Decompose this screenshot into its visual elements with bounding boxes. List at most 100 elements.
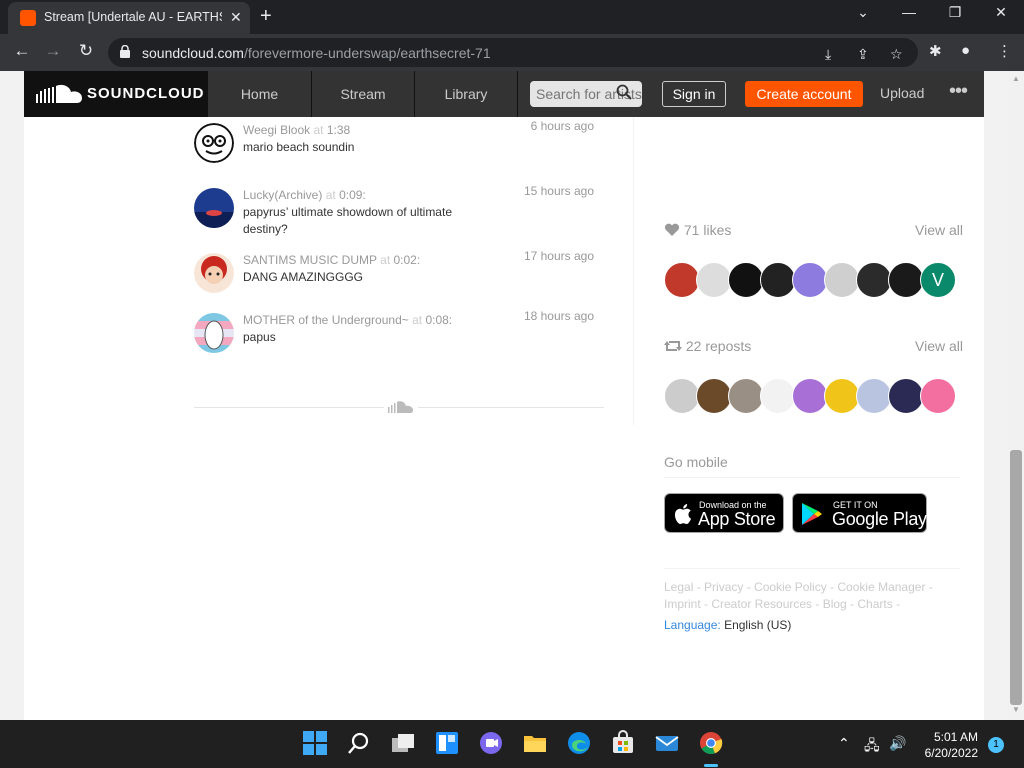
bookmark-star-icon[interactable]: ☆ (890, 46, 903, 63)
comment-avatar[interactable] (194, 188, 234, 228)
reposter-avatar[interactable] (760, 378, 796, 414)
comment-avatar[interactable] (194, 123, 234, 163)
nav-home[interactable]: Home (208, 71, 312, 117)
liker-avatar-initial: V (931, 270, 944, 290)
network-icon[interactable]: 🖧 (864, 735, 880, 759)
browser-menu-icon[interactable]: ⋮ (997, 42, 1012, 60)
microsoft-store-icon[interactable] (610, 730, 636, 756)
language-selector[interactable]: Language: English (US) (664, 618, 791, 632)
likers-avatar-row: V (664, 262, 956, 298)
comment-time: 17 hours ago (523, 249, 594, 263)
search-icon[interactable] (346, 730, 372, 756)
url-domain: soundcloud.com (142, 45, 244, 61)
maximize-button[interactable]: ❐ (943, 4, 967, 21)
reposter-avatar[interactable] (888, 378, 924, 414)
soundcloud-cloud-small-icon (384, 400, 418, 419)
back-arrow-icon[interactable]: ← (10, 41, 34, 61)
reposter-avatar[interactable] (728, 378, 764, 414)
extensions-puzzle-icon[interactable]: ✱ (929, 42, 942, 60)
comment-meta: SANTIMS MUSIC DUMP at 0:02: (243, 253, 420, 267)
app-store-badge[interactable]: Download on the App Store (664, 493, 784, 533)
comment-username[interactable]: Lucky(Archive) (243, 188, 322, 202)
reposter-avatar[interactable] (856, 378, 892, 414)
liker-avatar[interactable]: V (920, 262, 956, 298)
install-app-icon[interactable]: ⤓ (825, 46, 831, 63)
comment-timestamp[interactable]: 0:08: (425, 313, 452, 327)
comment-username[interactable]: SANTIMS MUSIC DUMP (243, 253, 377, 267)
tray-overflow-chevron-icon[interactable]: ⌃ (838, 735, 850, 752)
mail-icon[interactable] (654, 730, 680, 756)
liker-avatar[interactable] (824, 262, 860, 298)
reposter-avatar[interactable] (824, 378, 860, 414)
liker-avatar[interactable] (856, 262, 892, 298)
liker-avatar[interactable] (888, 262, 924, 298)
comment-avatar[interactable] (194, 313, 234, 353)
teams-chat-icon[interactable] (478, 730, 504, 756)
comment-avatar[interactable] (194, 253, 234, 293)
more-options-icon[interactable]: ••• (949, 80, 968, 103)
liker-avatar[interactable] (728, 262, 764, 298)
comment-timestamp[interactable]: 1:38 (327, 123, 350, 137)
liker-avatar[interactable] (664, 262, 700, 298)
sign-in-button[interactable]: Sign in (662, 81, 726, 107)
reposts-view-all-link[interactable]: View all (915, 338, 963, 354)
comment-at: at (313, 123, 324, 137)
forward-arrow-icon[interactable]: → (41, 41, 65, 61)
file-explorer-icon[interactable] (522, 730, 548, 756)
upload-link[interactable]: Upload (880, 85, 924, 101)
comment-timestamp[interactable]: 0:02: (394, 253, 421, 267)
widgets-icon[interactable] (434, 730, 460, 756)
soundcloud-favicon-icon (20, 10, 36, 26)
scroll-down-arrow-icon[interactable]: ▼ (1012, 705, 1020, 714)
volume-icon[interactable]: 🔊 (889, 735, 906, 752)
tab-close-icon[interactable]: ✕ (230, 9, 242, 26)
edge-browser-icon[interactable] (566, 730, 592, 756)
nav-library[interactable]: Library (415, 71, 518, 117)
footer-links-line1[interactable]: Legal - Privacy - Cookie Policy - Cookie… (664, 579, 964, 596)
share-icon[interactable]: ⇪ (857, 46, 869, 63)
notification-badge[interactable]: 1 (988, 737, 1004, 753)
browser-toolbar: ← → ↻ soundcloud.com/forevermore-undersw… (0, 34, 1024, 71)
scroll-up-arrow-icon[interactable]: ▲ (1012, 74, 1020, 83)
nav-stream[interactable]: Stream (312, 71, 415, 117)
reposter-avatar[interactable] (792, 378, 828, 414)
create-account-button[interactable]: Create account (745, 81, 863, 107)
chrome-icon[interactable] (698, 730, 724, 756)
repost-icon (664, 341, 682, 351)
reposter-avatar[interactable] (920, 378, 956, 414)
soundcloud-logo[interactable]: SOUNDCLOUD (24, 71, 208, 117)
new-tab-button[interactable]: + (260, 5, 272, 28)
likes-stat[interactable]: 71 likes (664, 222, 731, 238)
tab-search-icon[interactable]: ⌄ (851, 4, 875, 21)
likes-view-all-link[interactable]: View all (915, 222, 963, 238)
footer-links[interactable]: Legal - Privacy - Cookie Policy - Cookie… (664, 579, 964, 613)
reposter-avatar[interactable] (696, 378, 732, 414)
reposter-avatar[interactable] (664, 378, 700, 414)
task-view-icon[interactable] (390, 730, 416, 756)
comment-username[interactable]: MOTHER of the Underground~ (243, 313, 409, 327)
system-clock[interactable]: 5:01 AM 6/20/2022 (914, 729, 978, 761)
close-window-button[interactable]: ✕ (989, 4, 1013, 21)
comment-timestamp[interactable]: 0:09: (339, 188, 366, 202)
liker-avatar[interactable] (696, 262, 732, 298)
track-page-content: Weegi Blook at 1:38 mario beach soundin … (24, 117, 984, 720)
google-play-big-text: Google Play (832, 509, 927, 529)
address-bar[interactable]: soundcloud.com/forevermore-underswap/ear… (108, 38, 918, 67)
liker-avatar[interactable] (792, 262, 828, 298)
language-value[interactable]: English (US) (724, 618, 791, 632)
windows-start-icon[interactable] (302, 730, 328, 756)
minimize-button[interactable]: — (897, 4, 921, 20)
reposts-stat[interactable]: 22 reposts (664, 338, 751, 354)
page-scrollbar[interactable]: ▲ ▼ (1008, 71, 1024, 720)
comment-username[interactable]: Weegi Blook (243, 123, 310, 137)
google-play-badge[interactable]: GET IT ON Google Play (792, 493, 927, 533)
soundcloud-header: SOUNDCLOUD Home Stream Library Sign in C… (24, 71, 984, 117)
reload-icon[interactable]: ↻ (74, 41, 98, 61)
profile-avatar-icon[interactable]: ● (961, 42, 970, 59)
liker-avatar[interactable] (760, 262, 796, 298)
scrollbar-thumb[interactable] (1010, 450, 1022, 705)
footer-links-line2[interactable]: Imprint - Creator Resources - Blog - Cha… (664, 596, 964, 613)
comment-at: at (325, 188, 336, 202)
search-icon[interactable] (616, 84, 632, 100)
browser-tab[interactable]: Stream [Undertale AU - EARTHSE ✕ (8, 2, 250, 34)
